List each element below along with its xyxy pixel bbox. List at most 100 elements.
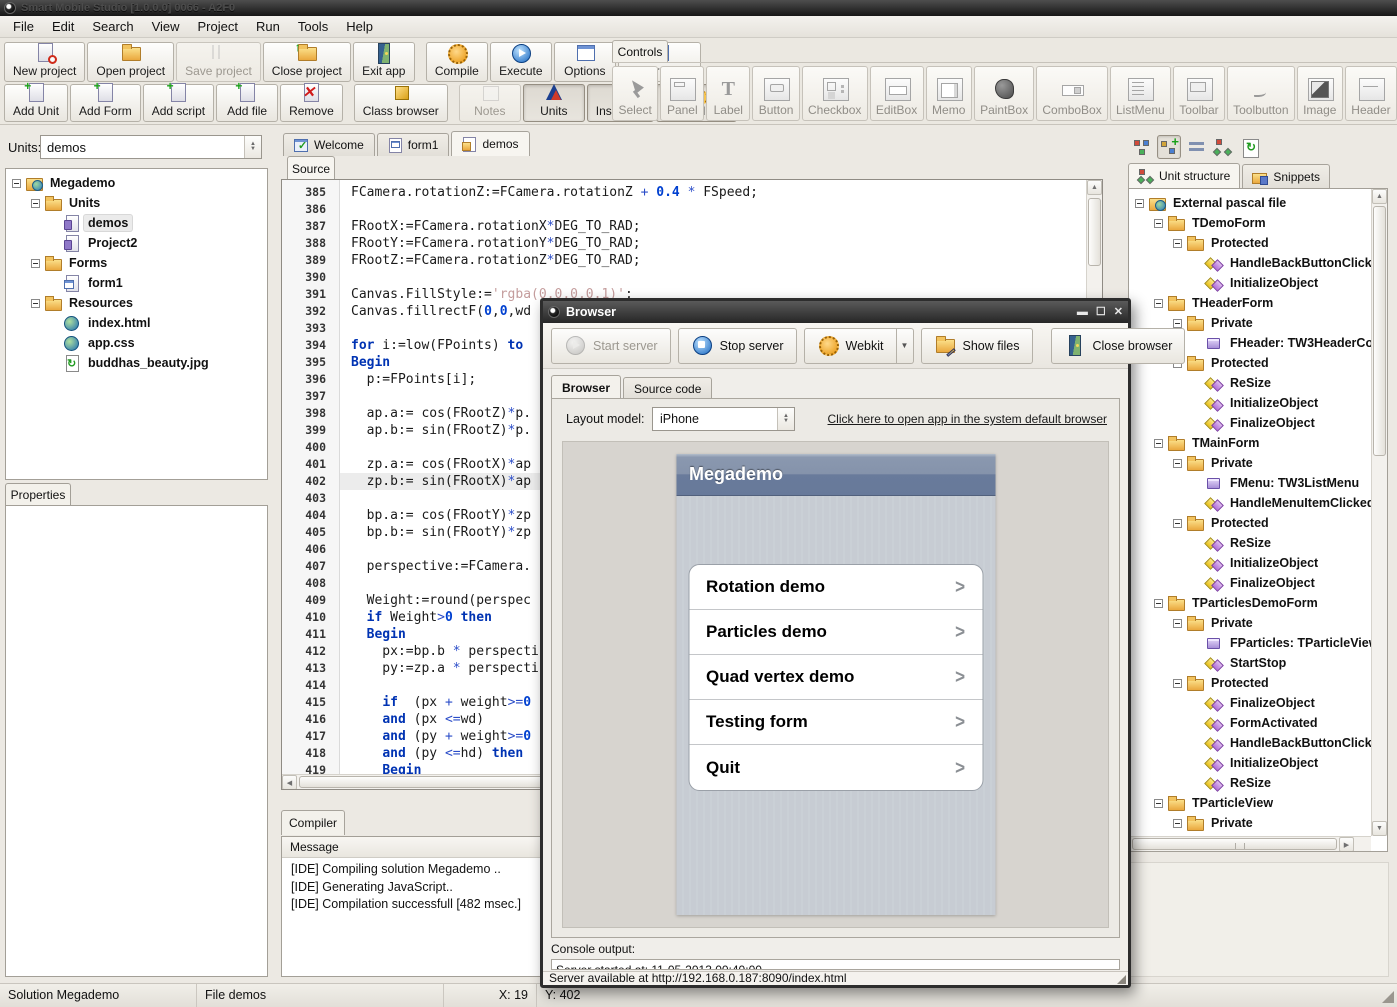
webkit-dropdown-icon[interactable]: ▼	[897, 328, 914, 364]
tree-item-initializeobject[interactable]: InitializeObject	[1129, 393, 1371, 413]
tree-item-forms[interactable]: Forms	[6, 253, 267, 273]
tab-form1[interactable]: form1	[377, 133, 450, 156]
browser-resize-grip-icon[interactable]	[1117, 975, 1126, 984]
editor-vscroll-thumb[interactable]	[1088, 198, 1101, 266]
tree-item-handlemenuitemclicked[interactable]: HandleMenuItemClicked	[1129, 493, 1371, 513]
phone-menu-item-particles-demo[interactable]: Particles demo>	[689, 610, 982, 655]
tree-item-tdemoform[interactable]: TDemoForm	[1129, 213, 1371, 233]
close-icon[interactable]: ✕	[1114, 307, 1123, 318]
new-project-button[interactable]: New project	[4, 42, 85, 82]
tree-collapse-icon[interactable]	[1173, 319, 1182, 328]
tree-item-protected[interactable]: Protected	[1129, 513, 1371, 533]
control-panel-button[interactable]: Panel	[660, 66, 704, 121]
tree-item-protected[interactable]: Protected	[1129, 233, 1371, 253]
tree-item-megademo[interactable]: Megademo	[6, 173, 267, 193]
tree-collapse-icon[interactable]	[1173, 239, 1182, 248]
tree-item-resources[interactable]: Resources	[6, 293, 267, 313]
control-toolbutton-button[interactable]: Toolbutton	[1227, 66, 1295, 121]
browser-window[interactable]: Browser ▬ ☐ ✕ Start serverStop serverWeb…	[540, 298, 1131, 988]
tree-item-demos[interactable]: demos	[6, 213, 267, 233]
tab-compiler[interactable]: Compiler	[281, 810, 345, 835]
add-script-button[interactable]: +Add script	[143, 84, 214, 122]
menu-edit[interactable]: Edit	[43, 17, 83, 36]
tree-collapse-icon[interactable]	[1154, 439, 1163, 448]
tab-demos[interactable]: demos	[451, 131, 529, 156]
controls-tab[interactable]: Controls	[612, 40, 668, 62]
control-header-button[interactable]: Header	[1345, 66, 1397, 121]
tree-item-finalizeobject[interactable]: FinalizeObject	[1129, 573, 1371, 593]
menu-help[interactable]: Help	[337, 17, 382, 36]
phone-menu-item-rotation-demo[interactable]: Rotation demo>	[689, 565, 982, 610]
add-file-button[interactable]: +Add file	[216, 84, 278, 122]
diagram-view-button[interactable]	[1211, 135, 1235, 159]
control-memo-button[interactable]: Memo	[926, 66, 972, 121]
tab-unit-structure[interactable]: Unit structure	[1128, 163, 1240, 188]
save-project-button[interactable]: Save project	[176, 42, 261, 82]
tree-item-finalizeobject[interactable]: FinalizeObject	[1129, 693, 1371, 713]
code-line[interactable]: FRootY:=FCamera.rotationY*DEG_TO_RAD;	[340, 235, 1086, 252]
options-button[interactable]: Options	[554, 42, 616, 82]
units-button[interactable]: Units	[523, 84, 585, 122]
tab-snippets[interactable]: Snippets	[1242, 164, 1330, 188]
tree-item-index-html[interactable]: index.html	[6, 313, 267, 333]
tree-item-tparticleview[interactable]: TParticleView	[1129, 793, 1371, 813]
tree-item-protected[interactable]: Protected	[1129, 673, 1371, 693]
tree-expand-button[interactable]	[1157, 135, 1181, 159]
tree-collapse-icon[interactable]	[1154, 299, 1163, 308]
browser-tab-browser[interactable]: Browser	[551, 375, 621, 399]
control-checkbox-button[interactable]: Checkbox	[802, 66, 868, 121]
tree-item-theaderform[interactable]: THeaderForm	[1129, 293, 1371, 313]
open-in-default-browser-link[interactable]: Click here to open app in the system def…	[828, 412, 1107, 426]
phone-menu-item-quit[interactable]: Quit>	[689, 745, 982, 790]
collapse-all-button[interactable]	[1184, 135, 1208, 159]
scroll-down-icon[interactable]: ▼	[1372, 821, 1387, 836]
add-form-button[interactable]: +Add Form	[70, 84, 141, 122]
scroll-up-icon[interactable]: ▲	[1372, 189, 1387, 204]
control-combobox-button[interactable]: ComboBox	[1036, 66, 1107, 121]
add-unit-button[interactable]: +Add Unit	[4, 84, 68, 122]
tree-item-private[interactable]: Private	[1129, 813, 1371, 833]
units-combobox-spinner[interactable]: ▲▼	[244, 136, 261, 158]
control-select-button[interactable]: Select	[612, 66, 658, 121]
unit-tree-vertical-scrollbar[interactable]: ▲ ▼	[1371, 189, 1387, 836]
tree-collapse-icon[interactable]	[31, 299, 40, 308]
menu-search[interactable]: Search	[83, 17, 142, 36]
tree-item-handlebackbuttonclicked[interactable]: HandleBackButtonClicked	[1129, 733, 1371, 753]
code-line[interactable]	[340, 201, 1086, 218]
tree-item-initializeobject[interactable]: InitializeObject	[1129, 553, 1371, 573]
control-paintbox-button[interactable]: PaintBox	[974, 66, 1034, 121]
phone-menu-item-testing-form[interactable]: Testing form>	[689, 700, 982, 745]
tree-collapse-icon[interactable]	[1154, 599, 1163, 608]
tree-item-initializeobject[interactable]: InitializeObject	[1129, 753, 1371, 773]
tree-item-buddhas-beauty-jpg[interactable]: buddhas_beauty.jpg	[6, 353, 267, 373]
resize-grip-icon[interactable]	[1382, 991, 1394, 1003]
browser-tab-source-code[interactable]: Source code	[623, 377, 712, 399]
layout-model-spinner[interactable]: ▲▼	[777, 408, 794, 430]
code-line[interactable]: FRootZ:=FCamera.rotationZ*DEG_TO_RAD;	[340, 252, 1086, 269]
execute-button[interactable]: Execute	[490, 42, 552, 82]
unit-tree-hscroll-thumb[interactable]	[1132, 838, 1337, 850]
tree-item-external-pascal-file[interactable]: External pascal file	[1129, 193, 1371, 213]
tree-item-initializeobject[interactable]: InitializeObject	[1129, 273, 1371, 293]
code-line[interactable]: FRootX:=FCamera.rotationX*DEG_TO_RAD;	[340, 218, 1086, 235]
tree-collapse-icon[interactable]	[31, 259, 40, 268]
open-project-button[interactable]: Open project	[87, 42, 174, 82]
unit-tree-horizontal-scrollbar[interactable]: ▶	[1129, 836, 1371, 851]
maximize-icon[interactable]: ☐	[1096, 307, 1106, 318]
tree-item-private[interactable]: Private	[1129, 453, 1371, 473]
control-label-button[interactable]: TLabel	[706, 66, 750, 121]
layout-model-combobox[interactable]: iPhone ▲▼	[652, 407, 795, 431]
stop-server-button[interactable]: Stop server	[678, 328, 797, 364]
tree-item-project2[interactable]: Project2	[6, 233, 267, 253]
tree-collapse-icon[interactable]	[1135, 199, 1144, 208]
scroll-right-icon[interactable]: ▶	[1339, 837, 1354, 852]
console-output-box[interactable]: Server started at: 11-05-2013 00:40:00	[551, 959, 1120, 970]
tree-item-fparticles-tparticleview[interactable]: FParticles: TParticleView	[1129, 633, 1371, 653]
menu-project[interactable]: Project	[189, 17, 247, 36]
unit-tree-vscroll-thumb[interactable]	[1373, 206, 1386, 456]
compile-button[interactable]: Compile	[426, 42, 488, 82]
start-server-button[interactable]: Start server	[551, 328, 671, 364]
units-combobox[interactable]: demos ▲▼	[40, 135, 262, 159]
tree-item-tmainform[interactable]: TMainForm	[1129, 433, 1371, 453]
scroll-up-icon[interactable]: ▲	[1087, 180, 1102, 195]
